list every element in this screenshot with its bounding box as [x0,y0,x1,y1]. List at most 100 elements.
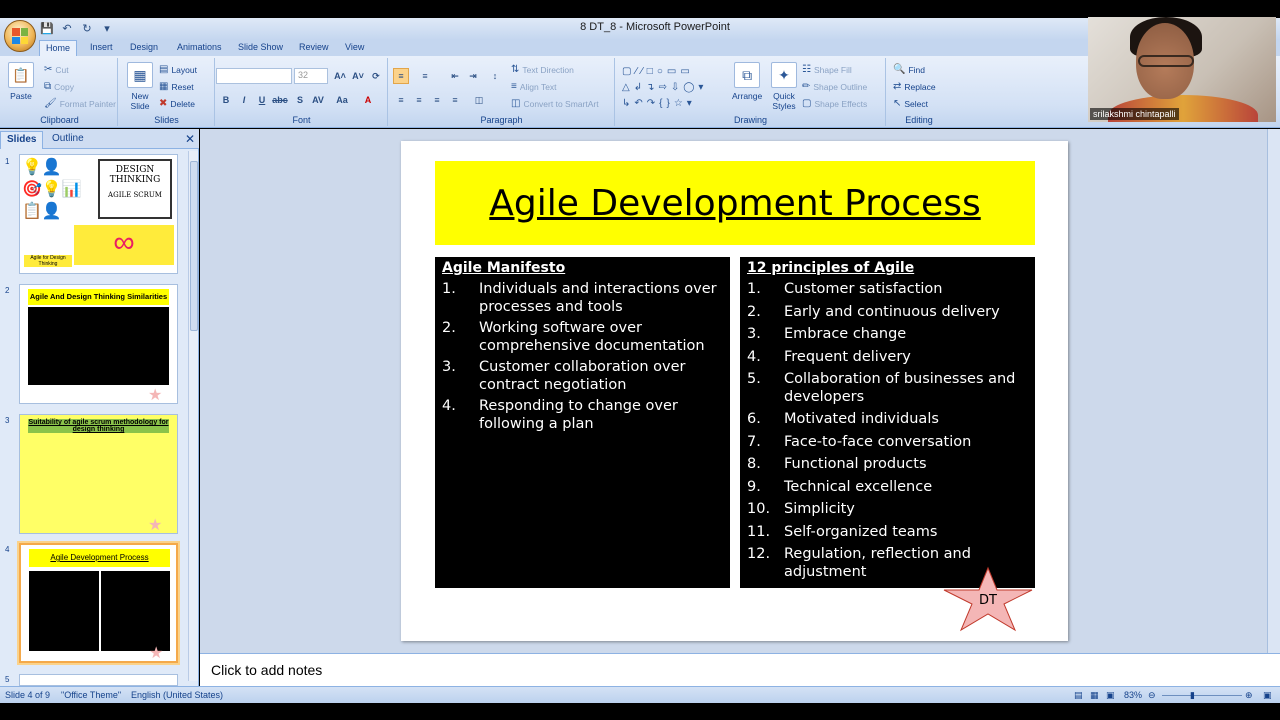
line-spacing-icon[interactable]: ↕ [487,68,503,84]
tab-home[interactable]: Home [39,40,78,57]
paint-bucket-icon: ☷ [802,64,811,75]
slide-show-icon[interactable]: ▣ [1106,690,1115,701]
tab-animations[interactable]: Animations [171,40,228,57]
thumbnail-title: Agile Development Process [29,549,170,567]
convert-smartart-button[interactable]: ◫ Convert to SmartArt [511,98,599,109]
text-direction-button[interactable]: ⇅ Text Direction [511,64,574,75]
thumbnail-caption: Agile for Design Thinking [24,255,72,267]
shrink-font-icon[interactable]: A˅ [350,68,366,84]
shape-outline-button[interactable]: ✏ Shape Outline [802,81,867,92]
dt-star-shape[interactable]: DT [942,566,1034,634]
bullets-icon[interactable]: ≡ [393,68,409,84]
list-number: 7. [747,433,761,450]
editing-group-label: Editing [905,115,933,125]
font-name-combo[interactable] [216,68,292,84]
slides-pane-scrollbar[interactable] [188,151,198,681]
columns-icon[interactable]: ◫ [471,92,487,108]
font-color-icon[interactable]: A [360,92,376,108]
slide-thumbnail-5[interactable] [19,674,178,686]
thumbnail-title: Agile And Design Thinking Similarities [28,289,169,305]
slide-thumbnail-2[interactable]: Agile And Design Thinking Similarities ★ [19,284,178,404]
language-indicator[interactable]: English (United States) [131,690,223,700]
reset-button[interactable]: ▦ Reset [159,81,194,92]
principles-panel[interactable]: 12 principles of Agile 1. Customer satisf… [740,257,1035,588]
delete-icon: ✖ [159,98,168,109]
find-button[interactable]: 🔍 Find [893,64,925,75]
copy-icon: ⧉ [44,81,52,92]
slide-thumbnail-4[interactable]: Agile Development Process ★ [19,543,178,663]
arrange-button[interactable]: ⧉ Arrange [732,62,762,101]
numbering-icon[interactable]: ≡ [417,68,433,84]
scrollbar-thumb[interactable] [190,161,198,331]
close-icon[interactable]: ✕ [185,132,195,146]
shape-fill-button[interactable]: ☷ Shape Fill [802,64,852,75]
align-text-button[interactable]: ≡ Align Text [511,81,557,92]
status-bar: Slide 4 of 9 "Office Theme" English (Uni… [0,686,1280,703]
shapes-gallery[interactable]: ▢∕∕□○▭▭ △↲↴⇨⇩◯▾ ↳↶↷{}☆▾ [622,64,720,112]
paragraph-group: ≡ ≡ ⇤ ⇥ ↕ ⇅ Text Direction ≡ Align Text ◫ C… [389,58,615,126]
increase-indent-icon[interactable]: ⇥ [465,68,481,84]
tab-review[interactable]: Review [293,40,335,57]
notes-pane[interactable]: Click to add notes [200,653,1280,686]
underline-icon[interactable]: U [254,92,270,108]
layout-button[interactable]: ▤ Layout [159,64,197,75]
effects-icon: ▢ [802,98,812,109]
tab-view[interactable]: View [339,40,370,57]
clear-formatting-icon[interactable]: ⟳ [368,68,384,84]
slide-number: 2 [5,286,10,295]
italic-icon[interactable]: I [236,92,252,108]
zoom-out-icon[interactable]: ⊖ [1148,690,1156,701]
slide-sorter-icon[interactable]: ▦ [1090,690,1099,701]
replace-button[interactable]: ⇄ Replace [893,81,936,92]
align-left-icon[interactable]: ≡ [393,92,409,108]
title-box[interactable]: Agile Development Process [435,161,1035,245]
zoom-in-icon[interactable]: ⊕ [1245,690,1253,701]
cut-button[interactable]: ✂ Cut [44,64,69,75]
slide-vertical-scrollbar[interactable] [1267,129,1280,653]
new-slide-button[interactable]: ▦ New Slide [125,62,155,111]
find-label: Find [908,64,925,75]
pencil-icon: ✏ [802,81,811,92]
slide-thumbnail-1[interactable]: 💡👤 🎯💡📊 📋👤 DESIGN THINKING AGILE SCRUM ∞ Ag… [19,154,178,274]
justify-icon[interactable]: ≡ [447,92,463,108]
zoom-slider[interactable] [1162,695,1242,696]
tab-outline[interactable]: Outline [46,131,90,149]
grow-font-icon[interactable]: A˄ [332,68,348,84]
fit-to-window-icon[interactable]: ▣ [1263,690,1272,701]
list-text: Individuals and interactions over proces… [479,281,717,315]
tab-design[interactable]: Design [124,40,164,57]
font-size-combo[interactable]: 32 [294,68,328,84]
format-painter-button[interactable]: 🖌 Format Painter [44,98,116,109]
normal-view-icon[interactable]: ▤ [1074,690,1083,701]
slide-thumbnail-3[interactable]: Suitability of agile scrum methodology f… [19,414,178,534]
character-spacing-icon[interactable]: AV [310,92,326,108]
brush-icon: 🖌 [44,98,57,109]
slide-number: 3 [5,416,10,425]
align-center-icon[interactable]: ≡ [411,92,427,108]
copy-button[interactable]: ⧉ Copy [44,81,74,92]
manifesto-panel[interactable]: Agile Manifesto 1. Individuals and intera… [435,257,730,588]
paste-button[interactable]: 📋 Paste [8,62,34,101]
strikethrough-icon[interactable]: abc [272,92,288,108]
select-button[interactable]: ↖ Select [893,98,928,109]
tab-insert[interactable]: Insert [84,40,119,57]
list-number: 4. [747,348,761,365]
align-right-icon[interactable]: ≡ [429,92,445,108]
delete-button[interactable]: ✖ Delete [159,98,195,109]
replace-icon: ⇄ [893,81,902,92]
bold-icon[interactable]: B [218,92,234,108]
shadow-icon[interactable]: S [292,92,308,108]
list-item: 8. Functional products [747,456,1029,474]
quick-styles-button[interactable]: ✦ Quick Styles [768,62,800,111]
change-case-icon[interactable]: Aa [334,92,350,108]
office-button[interactable] [4,20,36,52]
shape-effects-button[interactable]: ▢ Shape Effects [802,98,867,109]
thumbnail-right-panel [101,571,170,651]
slide[interactable]: Agile Development Process Agile Manifest… [401,141,1068,641]
tab-slide-show[interactable]: Slide Show [232,40,289,57]
slide-title: Agile Development Process [489,182,981,224]
decrease-indent-icon[interactable]: ⇤ [447,68,463,84]
zoom-slider-thumb[interactable]: ▮ [1190,690,1195,701]
zoom-level[interactable]: 83% [1124,690,1142,700]
tab-slides[interactable]: Slides [0,131,44,149]
